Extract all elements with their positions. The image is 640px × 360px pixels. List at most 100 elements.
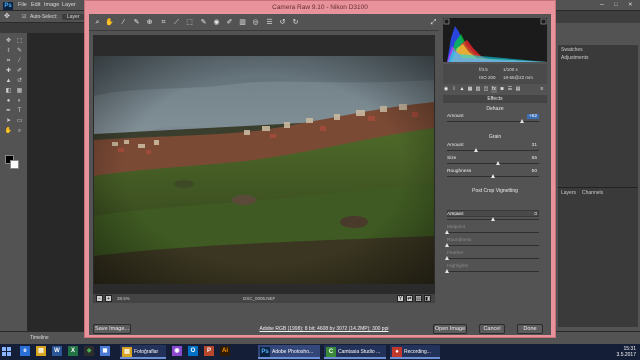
rotate-cw-icon[interactable]: ↻	[291, 18, 300, 27]
camera-calibration-tab-icon[interactable]: ◙	[499, 86, 505, 93]
fullscreen-icon[interactable]: ⤢	[429, 18, 438, 27]
excel-icon[interactable]: X	[68, 346, 78, 356]
pen-tool-icon[interactable]: ✒	[4, 107, 13, 115]
hsl-tab-icon[interactable]: ▦	[467, 86, 473, 93]
vignette-amount-value[interactable]: 0	[534, 212, 537, 217]
zoom-in-button[interactable]: +	[105, 295, 112, 302]
red-eye-icon[interactable]: ◉	[212, 18, 221, 27]
tone-curve-tab-icon[interactable]: ⌇	[451, 86, 457, 93]
illustrator-icon[interactable]: Ai	[220, 346, 230, 356]
app-icon[interactable]: ◆	[84, 346, 94, 356]
done-button[interactable]: Done	[517, 324, 543, 334]
menu-image[interactable]: Image	[44, 2, 59, 8]
snapshots-tab-icon[interactable]: ▤	[515, 86, 521, 93]
taskbar-camtasia-item[interactable]: C Camtasia Studio ...	[324, 345, 386, 359]
maximize-icon[interactable]: □	[614, 2, 617, 8]
vignette-amount-slider[interactable]: Amount 0	[447, 212, 543, 222]
close-icon[interactable]: ✕	[628, 2, 633, 8]
hand-tool-icon[interactable]: ✋	[105, 18, 114, 27]
crop-tool-icon[interactable]: ⌗	[159, 18, 168, 27]
image-preview[interactable]	[93, 35, 435, 293]
word-icon[interactable]: W	[52, 346, 62, 356]
swatches-tab[interactable]: Swatches	[561, 47, 583, 53]
dehaze-amount-slider[interactable]: Amount +62	[447, 114, 543, 124]
presets-tab-icon[interactable]: ☰	[507, 86, 513, 93]
timeline-tab[interactable]: Timeline	[30, 335, 49, 341]
cancel-button[interactable]: Cancel	[479, 324, 505, 334]
adjustments-tab[interactable]: Adjustments	[561, 55, 589, 61]
lens-tab-icon[interactable]: ◫	[483, 86, 489, 93]
zoom-out-button[interactable]: −	[96, 295, 103, 302]
eraser-tool-icon[interactable]: ◧	[4, 87, 13, 95]
graduated-filter-icon[interactable]: ▥	[238, 18, 247, 27]
open-image-button[interactable]: Open Image	[433, 324, 467, 334]
grain-amount-value[interactable]: 31	[532, 143, 537, 148]
slider-thumb[interactable]	[495, 161, 500, 165]
marquee-tool-icon[interactable]: ⬚	[15, 37, 24, 45]
slider-thumb[interactable]	[491, 174, 495, 178]
quick-select-icon[interactable]: ✎	[15, 47, 24, 55]
targeted-adjust-icon[interactable]: ⊕	[145, 18, 154, 27]
color-sampler-icon[interactable]: ✎	[132, 18, 141, 27]
slider-thumb[interactable]	[491, 217, 495, 221]
spot-removal-icon[interactable]: ✎	[199, 18, 208, 27]
eyedropper-icon[interactable]: ⁄	[15, 57, 24, 65]
app-icon[interactable]: ◉	[172, 346, 182, 356]
menu-file[interactable]: File	[18, 2, 27, 8]
straighten-icon[interactable]: ⟋	[172, 18, 181, 27]
copy-settings-button[interactable]: ▤	[415, 295, 422, 302]
crop-tool-icon[interactable]: ⌗	[4, 57, 13, 65]
menu-layer[interactable]: Layer	[62, 2, 76, 8]
preferences-icon[interactable]: ☰	[265, 18, 274, 27]
gradient-tool-icon[interactable]: ▦	[15, 87, 24, 95]
slider-thumb[interactable]	[473, 148, 478, 152]
move-tool-icon[interactable]: ✥	[4, 37, 13, 45]
background-color-swatch[interactable]	[10, 160, 19, 169]
grain-size-slider[interactable]: Size 55	[447, 156, 543, 166]
taskbar-photoshop-item[interactable]: Ps Adobe Photosho...	[258, 345, 320, 359]
radial-filter-icon[interactable]: ◎	[251, 18, 260, 27]
hand-tool-icon[interactable]: ✋	[4, 127, 13, 135]
save-image-button[interactable]: Save Image...	[93, 324, 131, 334]
blur-tool-icon[interactable]: ●	[4, 97, 13, 105]
split-toning-tab-icon[interactable]: ▥	[475, 86, 481, 93]
healing-brush-icon[interactable]: ✚	[4, 67, 13, 75]
zoom-level[interactable]: 38.5%	[117, 296, 130, 301]
move-tool-icon[interactable]: ✥	[4, 12, 10, 20]
basic-tab-icon[interactable]: ◉	[443, 86, 449, 93]
history-brush-icon[interactable]: ↺	[15, 77, 24, 85]
taskbar-recording-item[interactable]: ● Recording...	[390, 345, 440, 359]
rotate-ccw-icon[interactable]: ↺	[278, 18, 287, 27]
windows-start-icon[interactable]	[2, 347, 12, 357]
zoom-tool-icon[interactable]: ⌕	[93, 18, 102, 27]
brush-tool-icon[interactable]: ✐	[15, 67, 24, 75]
fx-tab-icon[interactable]: fx	[491, 86, 497, 93]
detail-tab-icon[interactable]: ▲	[459, 86, 465, 93]
path-select-icon[interactable]: ➤	[4, 117, 13, 125]
dodge-tool-icon[interactable]: ◐	[15, 97, 24, 105]
outlook-icon[interactable]: O	[188, 346, 198, 356]
shape-tool-icon[interactable]: ▭	[15, 117, 24, 125]
system-clock[interactable]: 15:31 3.5.2017	[617, 346, 636, 358]
grain-roughness-slider[interactable]: Roughness 50	[447, 169, 543, 179]
before-after-button[interactable]: Y	[397, 295, 404, 302]
clone-stamp-icon[interactable]: ▲	[4, 77, 13, 85]
grain-roughness-value[interactable]: 50	[532, 169, 537, 174]
toggle-settings-button[interactable]: ◧	[424, 295, 431, 302]
lasso-tool-icon[interactable]: ℓ	[4, 47, 13, 55]
menu-edit[interactable]: Edit	[31, 2, 40, 8]
type-tool-icon[interactable]: T	[15, 107, 24, 115]
grain-size-value[interactable]: 55	[532, 156, 537, 161]
grain-amount-slider[interactable]: Amount 31	[447, 143, 543, 153]
layers-tab[interactable]: Layers	[561, 190, 576, 196]
powerpoint-icon[interactable]: P	[204, 346, 214, 356]
app-icon[interactable]: ◼	[100, 346, 110, 356]
swap-settings-button[interactable]: ⇄	[406, 295, 413, 302]
dehaze-amount-value[interactable]: +62	[526, 114, 539, 119]
transform-icon[interactable]: ⬚	[185, 18, 194, 27]
zoom-tool-icon[interactable]: ⌕	[15, 127, 24, 135]
taskbar-folder-item[interactable]: ▤ Fotoğraflar	[120, 345, 166, 359]
ie-icon[interactable]: e	[20, 346, 30, 356]
workflow-options-link[interactable]: Adobe RGB (1998); 8 bit; 4608 by 3072 (1…	[239, 326, 409, 332]
adjustment-brush-icon[interactable]: ✐	[225, 18, 234, 27]
